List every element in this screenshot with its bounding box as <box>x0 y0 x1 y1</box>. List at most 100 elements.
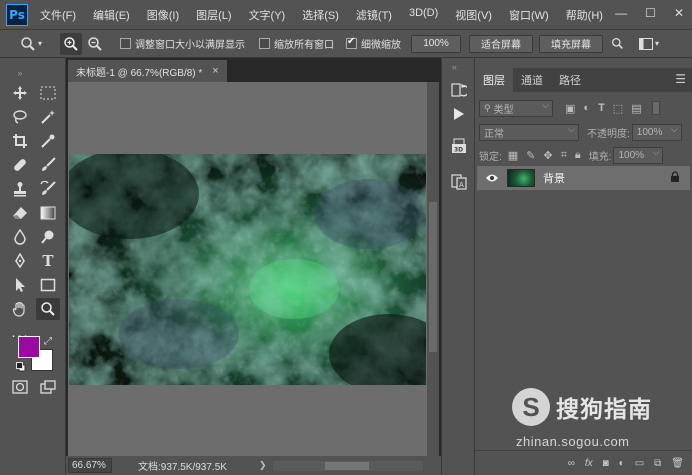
menu-type[interactable]: 文字(Y) <box>249 7 286 23</box>
workspace-switcher-icon[interactable]: ▾ <box>637 33 661 55</box>
hand-tool-icon[interactable] <box>8 298 32 320</box>
link-layers-icon[interactable]: ∞ <box>568 458 575 469</box>
menu-layer[interactable]: 图层(L) <box>196 7 231 23</box>
tab-layers[interactable]: 图层 <box>475 68 513 92</box>
3d-panel-icon[interactable]: 3D <box>449 136 469 156</box>
zoom-all-checkbox[interactable] <box>259 38 270 49</box>
menu-help[interactable]: 帮助(H) <box>566 7 603 23</box>
filter-pixel-icon[interactable]: ▣ <box>565 102 575 115</box>
layer-thumbnail[interactable] <box>507 169 535 187</box>
menu-window[interactable]: 窗口(W) <box>509 7 549 23</box>
blend-mode-select[interactable]: 正常 <box>479 123 579 141</box>
filter-toggle-icon[interactable] <box>651 101 660 115</box>
opacity-field[interactable]: 100% <box>631 123 682 141</box>
clone-stamp-tool-icon[interactable] <box>8 178 32 200</box>
new-group-icon[interactable]: ▭ <box>635 458 644 469</box>
properties-panel-icon[interactable]: A <box>449 172 469 192</box>
close-icon[interactable]: ✕ <box>674 6 684 20</box>
close-tab-icon[interactable]: × <box>212 65 218 77</box>
document-info[interactable]: 文档:937.5K/937.5K <box>138 458 227 473</box>
move-tool-icon[interactable] <box>8 82 32 104</box>
scrubby-zoom-option[interactable]: 细微缩放 <box>346 36 401 51</box>
minimize-icon[interactable]: — <box>615 6 627 20</box>
eyedropper-tool-icon[interactable] <box>36 130 60 152</box>
menu-image[interactable]: 图像(I) <box>147 7 179 23</box>
zoom-all-option[interactable]: 缩放所有窗口 <box>259 36 334 51</box>
eraser-tool-icon[interactable] <box>8 202 32 224</box>
document-canvas[interactable] <box>69 154 426 385</box>
menu-select[interactable]: 选择(S) <box>302 7 339 23</box>
delete-layer-icon[interactable]: 🗑︎ <box>671 458 684 469</box>
tab-channels[interactable]: 通道 <box>513 68 551 92</box>
pen-tool-icon[interactable] <box>8 250 32 272</box>
menu-file[interactable]: 文件(F) <box>40 7 76 23</box>
layer-style-icon[interactable]: fx <box>585 458 593 469</box>
collapse-arrows-icon[interactable]: » <box>8 62 32 84</box>
menu-view[interactable]: 视图(V) <box>455 7 492 23</box>
history-brush-tool-icon[interactable] <box>36 178 60 200</box>
crop-tool-icon[interactable] <box>8 130 32 152</box>
filter-type-icon[interactable]: T <box>598 102 605 114</box>
actions-play-icon[interactable] <box>449 104 469 124</box>
lock-pixels-icon[interactable]: ✎ <box>526 149 535 162</box>
horizontal-scrollbar[interactable] <box>272 460 423 471</box>
zoom-level-field[interactable]: 66.67% <box>68 458 112 473</box>
swap-colors-icon[interactable]: ⤢ <box>44 336 52 347</box>
filter-smart-object-icon[interactable]: ▤ <box>631 102 641 115</box>
vertical-scroll-thumb[interactable] <box>429 202 437 352</box>
fit-screen-button[interactable]: 适合屏幕 <box>469 34 533 53</box>
layer-filter-select[interactable]: ⚲ 类型 <box>479 99 553 117</box>
zoom-in-icon[interactable] <box>60 32 82 55</box>
filter-adjustment-icon[interactable]: ◐ <box>583 102 590 114</box>
gradient-tool-icon[interactable] <box>36 202 60 224</box>
menu-edit[interactable]: 编辑(E) <box>93 7 130 23</box>
rectangle-tool-icon[interactable] <box>36 274 60 296</box>
blur-tool-icon[interactable] <box>8 226 32 248</box>
resize-windows-option[interactable]: 调整窗口大小以满屏显示 <box>120 36 245 51</box>
brush-tool-icon[interactable] <box>36 154 60 176</box>
new-layer-icon[interactable]: ⧉ <box>654 458 661 469</box>
fill-field[interactable]: 100% <box>613 146 664 164</box>
maximize-icon[interactable]: ☐ <box>645 6 656 20</box>
path-selection-tool-icon[interactable] <box>8 274 32 296</box>
panel-menu-icon[interactable]: ☰ <box>675 72 686 86</box>
default-colors-icon[interactable] <box>16 362 26 372</box>
menu-filter[interactable]: 滤镜(T) <box>356 7 392 23</box>
status-menu-arrow-icon[interactable]: ❯ <box>259 460 267 471</box>
fill-screen-button[interactable]: 填充屏幕 <box>539 34 603 53</box>
zoom-tool-icon[interactable] <box>36 298 60 320</box>
zoom-out-icon[interactable] <box>84 33 106 55</box>
vertical-scrollbar[interactable] <box>427 82 439 456</box>
magic-wand-tool-icon[interactable] <box>36 106 60 128</box>
add-mask-icon[interactable]: ◙ <box>603 458 609 469</box>
marquee-tool-icon[interactable] <box>36 82 60 104</box>
lock-position-icon[interactable]: ✥ <box>543 149 552 162</box>
zoom-tool-preset-icon[interactable]: ▾ <box>18 33 44 55</box>
layer-row[interactable]: 背景 <box>477 166 690 190</box>
dodge-tool-icon[interactable] <box>36 226 60 248</box>
pasteboard[interactable] <box>68 82 427 456</box>
menu-3d[interactable]: 3D(D) <box>409 7 438 23</box>
search-icon[interactable] <box>607 33 627 55</box>
history-panel-icon[interactable] <box>449 80 469 100</box>
lock-artboard-icon[interactable]: ⌗ <box>561 149 567 162</box>
lock-all-icon[interactable]: 🔒︎ <box>575 149 581 162</box>
scrubby-zoom-checkbox[interactable] <box>346 36 357 49</box>
document-tab[interactable]: 未标题-1 @ 66.7%(RGB/8) * × <box>68 60 227 82</box>
collapse-panels-icon[interactable]: « <box>452 62 457 72</box>
horizontal-scroll-thumb[interactable] <box>324 461 369 470</box>
resize-windows-checkbox[interactable] <box>120 38 131 49</box>
type-tool-icon[interactable]: T <box>36 250 60 272</box>
layer-name[interactable]: 背景 <box>543 170 565 186</box>
zoom-percent-button[interactable]: 100% <box>411 34 461 53</box>
filter-shape-icon[interactable]: ⬚ <box>613 102 623 115</box>
eye-icon[interactable] <box>483 173 501 183</box>
new-adjustment-layer-icon[interactable]: ◐ <box>619 458 625 469</box>
quick-mask-icon[interactable] <box>8 376 32 398</box>
screen-mode-icon[interactable] <box>36 376 60 398</box>
healing-brush-tool-icon[interactable] <box>8 154 32 176</box>
lasso-tool-icon[interactable] <box>8 106 32 128</box>
tab-paths[interactable]: 路径 <box>551 68 589 92</box>
lock-transparent-icon[interactable]: ▦ <box>508 149 518 162</box>
foreground-color-swatch[interactable] <box>18 336 40 358</box>
